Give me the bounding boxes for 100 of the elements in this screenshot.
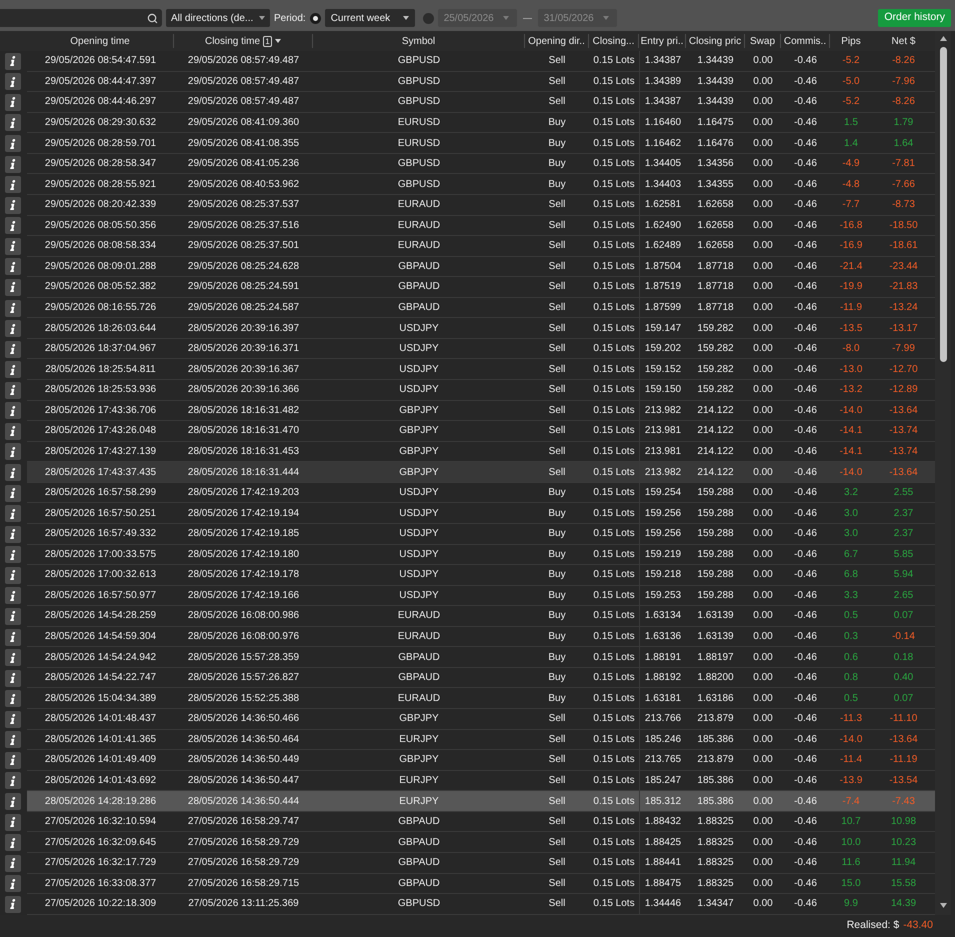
period-dropdown[interactable]: Current week [324,9,415,27]
info-button[interactable] [5,814,21,831]
info-button[interactable] [5,382,21,399]
table-row[interactable]: 28/05/2026 14:54:22.747 28/05/2026 15:57:26.827 GBPAUD Buy 0.15 Lots 1.88192 1.88200 0.00 -0.46 0.8 0.40 [27,668,935,688]
table-row[interactable]: 28/05/2026 14:54:24.942 28/05/2026 15:57:28.359 GBPAUD Buy 0.15 Lots 1.88191 1.88197 0.00 -0.46 0.6 0.18 [27,647,935,668]
column-header[interactable]: Commis.. [784,34,826,48]
info-button[interactable] [5,710,21,728]
radio-button[interactable] [422,12,434,24]
search-field[interactable] [0,9,162,27]
info-button[interactable] [5,854,21,872]
column-header[interactable]: Net $ [892,34,916,48]
table-row[interactable]: 29/05/2026 08:29:30.632 29/05/2026 08:41:09.360 EURUSD Buy 0.15 Lots 1.16460 1.16475 0.00 -0.46 1.5 1.79 [27,112,935,134]
table-row[interactable]: 27/05/2026 10:22:18.309 27/05/2026 13:11:25.369 GBPUSD Sell 0.15 Lots 1.34446 1.34347 0.00 -0.46 9.9 14.39 [27,894,935,915]
table-row[interactable]: 29/05/2026 08:05:52.382 29/05/2026 08:25:24.591 GBPAUD Sell 0.15 Lots 1.87519 1.87718 0.00 -0.46 -19.9 -21.83 [27,277,935,298]
scrollbar[interactable] [935,31,951,915]
info-button[interactable] [5,566,21,584]
table-row[interactable]: 28/05/2026 18:37:04.967 28/05/2026 20:39:16.371 USDJPY Sell 0.15 Lots 159.202 159.282 0.00 -0.46 -8.0 -7.99 [27,338,935,360]
info-button[interactable] [5,238,21,255]
info-button[interactable] [5,608,21,625]
table-row[interactable]: 29/05/2026 08:54:47.591 29/05/2026 08:57:49.487 GBPUSD Sell 0.15 Lots 1.34387 1.34439 0.00 -0.46 -5.2 -8.26 [27,51,935,72]
info-button[interactable] [5,156,21,173]
info-button[interactable] [5,834,21,852]
table-row[interactable]: 29/05/2026 08:44:46.297 29/05/2026 08:57:49.487 GBPUSD Sell 0.15 Lots 1.34387 1.34439 0.00 -0.46 -5.2 -8.26 [27,92,935,113]
table-row[interactable]: 29/05/2026 08:44:47.397 29/05/2026 08:57:49.487 GBPUSD Sell 0.15 Lots 1.34389 1.34439 0.00 -0.46 -5.0 -7.96 [27,72,935,92]
table-row[interactable]: 28/05/2026 14:54:59.304 28/05/2026 16:08:00.976 EURAUD Buy 0.15 Lots 1.63136 1.63139 0.00 -0.46 0.3 -0.14 [27,626,935,648]
column-header[interactable]: Closing time [204,34,260,48]
info-button[interactable] [5,73,21,90]
info-button[interactable] [5,217,21,234]
info-button[interactable] [5,464,21,482]
table-row[interactable]: 28/05/2026 14:01:43.692 28/05/2026 14:36:50.447 EURJPY Sell 0.15 Lots 185.247 185.386 0.00 -0.46 -13.9 -13.54 [27,770,935,792]
table-row[interactable]: 28/05/2026 18:26:03.644 28/05/2026 20:39:16.397 USDJPY Sell 0.15 Lots 159.147 159.282 0.00 -0.46 -13.5 -13.17 [27,318,935,339]
table-row[interactable]: 28/05/2026 17:00:33.575 28/05/2026 17:42:19.180 USDJPY Buy 0.15 Lots 159.219 159.288 0.00 -0.46 6.7 5.85 [27,544,935,566]
column-header[interactable]: Opening dir.. [528,34,585,48]
info-button[interactable] [5,772,21,790]
info-button[interactable] [5,402,21,420]
table-row[interactable]: 29/05/2026 08:28:55.921 29/05/2026 08:40:53.962 GBPUSD Buy 0.15 Lots 1.34403 1.34355 0.00 -0.46 -4.8 -7.66 [27,174,935,195]
column-header[interactable]: Closing pric [688,34,742,48]
info-button[interactable] [5,52,21,70]
table-row[interactable]: 27/05/2026 16:32:17.729 27/05/2026 16:58:29.729 GBPAUD Sell 0.15 Lots 1.88441 1.88325 0.00 -0.46 11.6 11.94 [27,852,935,874]
info-button[interactable] [5,546,21,564]
table-row[interactable]: 29/05/2026 08:28:58.347 29/05/2026 08:41:05.236 GBPUSD Buy 0.15 Lots 1.34405 1.34356 0.00 -0.46 -4.9 -7.81 [27,154,935,174]
scrollbar-thumb[interactable] [940,47,946,362]
info-button[interactable] [5,690,21,708]
table-row[interactable]: 29/05/2026 08:09:01.288 29/05/2026 08:25:24.628 GBPAUD Sell 0.15 Lots 1.87504 1.87718 0.00 -0.46 -21.4 -23.44 [27,256,935,278]
info-button[interactable] [5,114,21,132]
info-button[interactable] [5,793,21,810]
table-row[interactable]: 27/05/2026 16:33:08.377 27/05/2026 16:58:29.715 GBPAUD Sell 0.15 Lots 1.88475 1.88325 0.00 -0.46 15.0 15.58 [27,874,935,894]
table-row[interactable]: 29/05/2026 08:16:55.726 29/05/2026 08:25:24.587 GBPAUD Sell 0.15 Lots 1.87599 1.87718 0.00 -0.46 -11.9 -13.24 [27,298,935,318]
info-button[interactable] [5,340,21,358]
table-row[interactable]: 28/05/2026 17:43:37.435 28/05/2026 18:16:31.444 GBPJPY Sell 0.15 Lots 213.982 214.122 0.00 -0.46 -14.0 -13.64 [27,462,935,483]
table-row[interactable]: 29/05/2026 08:20:42.339 29/05/2026 08:25:37.537 EURAUD Sell 0.15 Lots 1.62581 1.62658 0.00 -0.46 -7.7 -8.73 [27,194,935,216]
table-row[interactable]: 27/05/2026 16:32:10.594 27/05/2026 16:58:29.747 GBPAUD Sell 0.15 Lots 1.88432 1.88325 0.00 -0.46 10.7 10.98 [27,812,935,832]
table-row[interactable]: 29/05/2026 08:28:59.701 29/05/2026 08:41:08.355 EURUSD Buy 0.15 Lots 1.16462 1.16476 0.00 -0.46 1.4 1.64 [27,133,935,154]
info-button[interactable] [5,278,21,296]
info-button[interactable] [5,484,21,502]
table-row[interactable]: 28/05/2026 17:00:32.613 28/05/2026 17:42:19.178 USDJPY Buy 0.15 Lots 159.218 159.288 0.00 -0.46 6.8 5.94 [27,565,935,586]
info-button[interactable] [5,896,21,913]
column-header[interactable]: Pips [841,34,861,48]
radio-button[interactable] [310,12,321,24]
info-button[interactable] [5,875,21,892]
info-button[interactable] [5,649,21,666]
scroll-down-arrow-icon[interactable] [940,903,946,908]
table-row[interactable]: 28/05/2026 16:57:50.977 28/05/2026 17:42:19.166 USDJPY Buy 0.15 Lots 159.253 159.288 0.00 -0.46 3.3 2.65 [27,586,935,606]
table-row[interactable]: 28/05/2026 17:43:26.048 28/05/2026 18:16:31.470 GBPJPY Sell 0.15 Lots 213.981 214.122 0.00 -0.46 -14.1 -13.74 [27,421,935,442]
table-row[interactable]: 28/05/2026 16:57:58.299 28/05/2026 17:42:19.203 USDJPY Buy 0.15 Lots 159.254 159.288 0.00 -0.46 3.2 2.55 [27,482,935,504]
table-row[interactable]: 28/05/2026 16:57:49.332 28/05/2026 17:42:19.185 USDJPY Buy 0.15 Lots 159.256 159.288 0.00 -0.46 3.0 2.37 [27,524,935,544]
table-row[interactable]: 28/05/2026 14:01:49.409 28/05/2026 14:36:50.449 GBPJPY Sell 0.15 Lots 213.765 213.879 0.00 -0.46 -11.4 -11.19 [27,750,935,771]
info-button[interactable] [5,320,21,338]
info-button[interactable] [5,752,21,769]
info-button[interactable] [5,196,21,214]
table-row[interactable]: 28/05/2026 14:01:41.365 28/05/2026 14:36:50.464 EURJPY Sell 0.15 Lots 185.246 185.386 0.00 -0.46 -14.0 -13.64 [27,730,935,750]
info-button[interactable] [5,505,21,522]
table-row[interactable]: 28/05/2026 14:54:28.259 28/05/2026 16:08:00.986 EURAUD Buy 0.15 Lots 1.63134 1.63139 0.00 -0.46 0.5 0.07 [27,606,935,627]
info-button[interactable] [5,135,21,152]
info-button[interactable] [5,628,21,646]
table-row[interactable]: 28/05/2026 18:25:54.811 28/05/2026 20:39:16.367 USDJPY Sell 0.15 Lots 159.152 159.282 0.00 -0.46 -13.0 -12.70 [27,359,935,380]
info-button[interactable] [5,176,21,194]
info-button[interactable] [5,587,21,604]
table-row[interactable]: 28/05/2026 18:25:53.936 28/05/2026 20:39:16.366 USDJPY Sell 0.15 Lots 159.150 159.282 0.00 -0.46 -13.2 -12.89 [27,380,935,401]
order-history-button[interactable]: Order history [878,9,951,27]
table-row[interactable]: 28/05/2026 15:04:34.389 28/05/2026 15:52:25.388 EURAUD Buy 0.15 Lots 1.63181 1.63186 0.00 -0.46 0.5 0.07 [27,688,935,709]
column-header[interactable]: Closing... [592,34,634,48]
table-row[interactable]: 29/05/2026 08:05:50.356 29/05/2026 08:25:37.516 EURAUD Sell 0.15 Lots 1.62490 1.62658 0.00 -0.46 -16.8 -18.50 [27,216,935,236]
column-header[interactable]: Opening time [70,34,130,48]
scroll-up-arrow-icon[interactable] [940,36,946,41]
info-button[interactable] [5,526,21,543]
direction-dropdown[interactable]: All directions (de... [166,9,270,27]
column-header[interactable]: Entry pri.. [640,34,684,48]
table-row[interactable]: 28/05/2026 14:01:48.437 28/05/2026 14:36:50.466 GBPJPY Sell 0.15 Lots 213.766 213.879 0.00 -0.46 -11.3 -11.10 [27,709,935,730]
info-button[interactable] [5,670,21,687]
column-header[interactable]: Symbol [402,34,436,48]
table-row[interactable]: 28/05/2026 17:43:27.139 28/05/2026 18:16:31.453 GBPJPY Sell 0.15 Lots 213.981 214.122 0.00 -0.46 -14.1 -13.74 [27,442,935,462]
info-button[interactable] [5,300,21,317]
info-button[interactable] [5,443,21,460]
column-header[interactable]: Swap [750,34,775,48]
table-row[interactable]: 27/05/2026 16:32:09.645 27/05/2026 16:58:29.729 GBPAUD Sell 0.15 Lots 1.88425 1.88325 0.00 -0.46 10.0 10.23 [27,832,935,853]
info-button[interactable] [5,422,21,440]
info-button[interactable] [5,258,21,276]
info-button[interactable] [5,94,21,111]
info-button[interactable] [5,731,21,748]
